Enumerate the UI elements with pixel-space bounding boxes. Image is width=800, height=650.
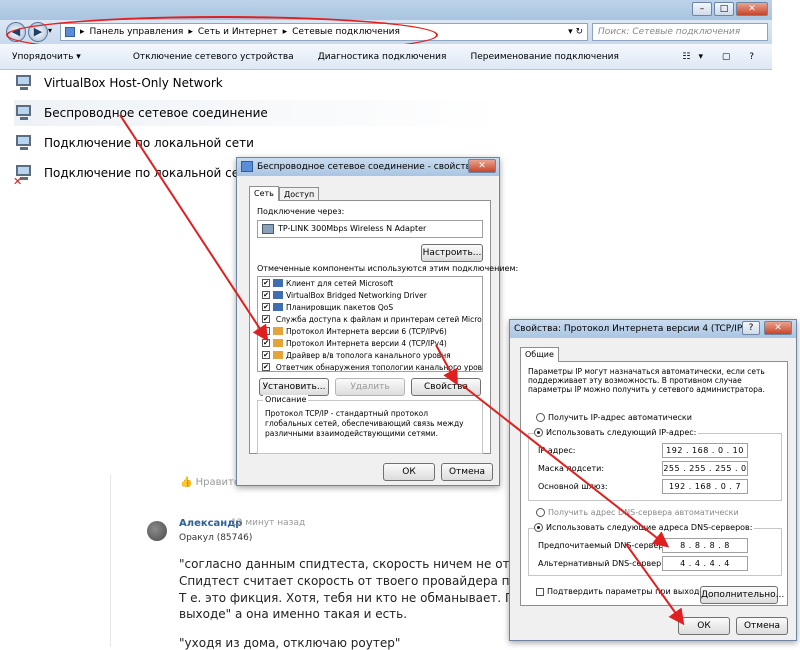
annotation-arrow bbox=[461, 384, 670, 548]
annotation-arrow bbox=[119, 114, 269, 342]
annotation-arrow bbox=[625, 543, 685, 626]
annotation-arrows bbox=[119, 114, 685, 626]
annotation-arrow bbox=[435, 344, 458, 386]
